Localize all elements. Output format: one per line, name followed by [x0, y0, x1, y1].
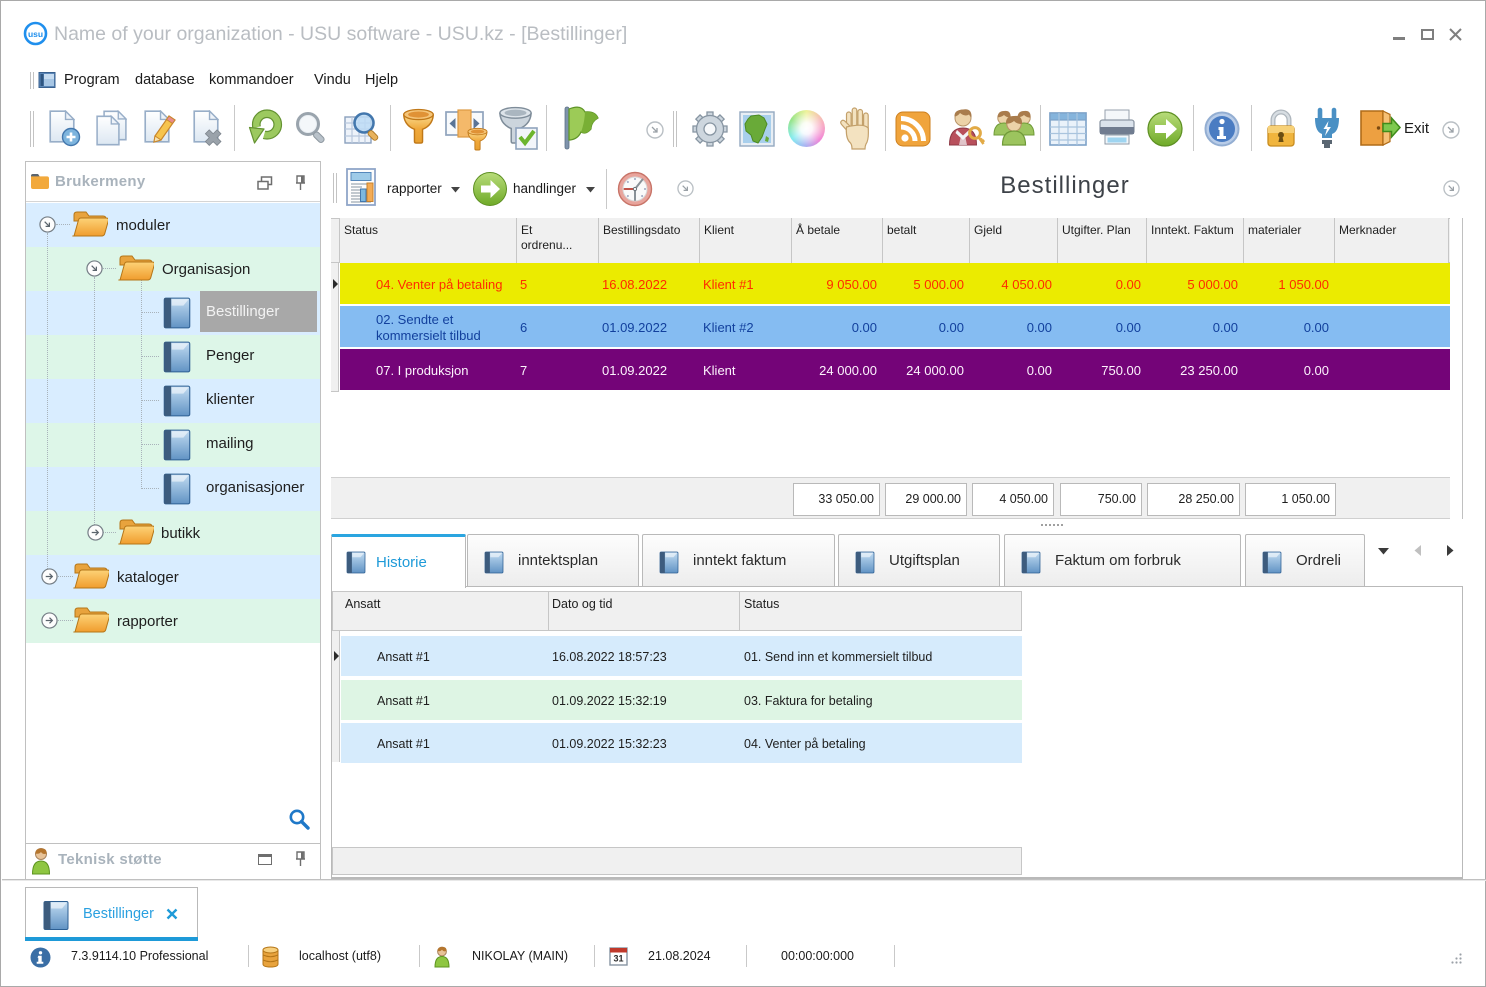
svg-text:usu: usu — [28, 29, 43, 39]
svg-text:31: 31 — [613, 954, 623, 964]
